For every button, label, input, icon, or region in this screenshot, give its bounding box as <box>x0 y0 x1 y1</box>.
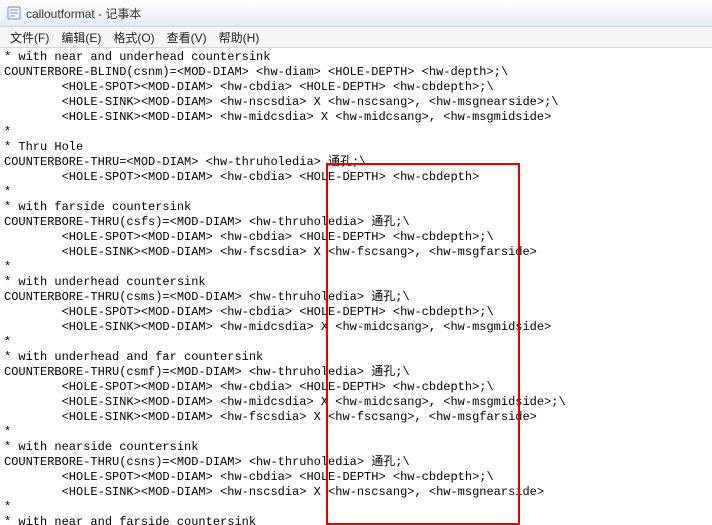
titlebar[interactable]: calloutformat - 记事本 <box>0 0 712 27</box>
editor-area[interactable]: * with near and underhead countersink CO… <box>0 48 712 525</box>
menu-view[interactable]: 查看(V) <box>161 28 213 47</box>
window-title: calloutformat - 记事本 <box>26 5 141 22</box>
notepad-icon <box>6 5 22 21</box>
menu-file[interactable]: 文件(F) <box>4 28 55 47</box>
menu-format[interactable]: 格式(O) <box>107 28 160 47</box>
editor-content[interactable]: * with near and underhead countersink CO… <box>0 48 712 525</box>
menu-edit[interactable]: 编辑(E) <box>55 28 107 47</box>
menu-help[interactable]: 帮助(H) <box>213 28 266 47</box>
menubar: 文件(F) 编辑(E) 格式(O) 查看(V) 帮助(H) <box>0 27 712 48</box>
